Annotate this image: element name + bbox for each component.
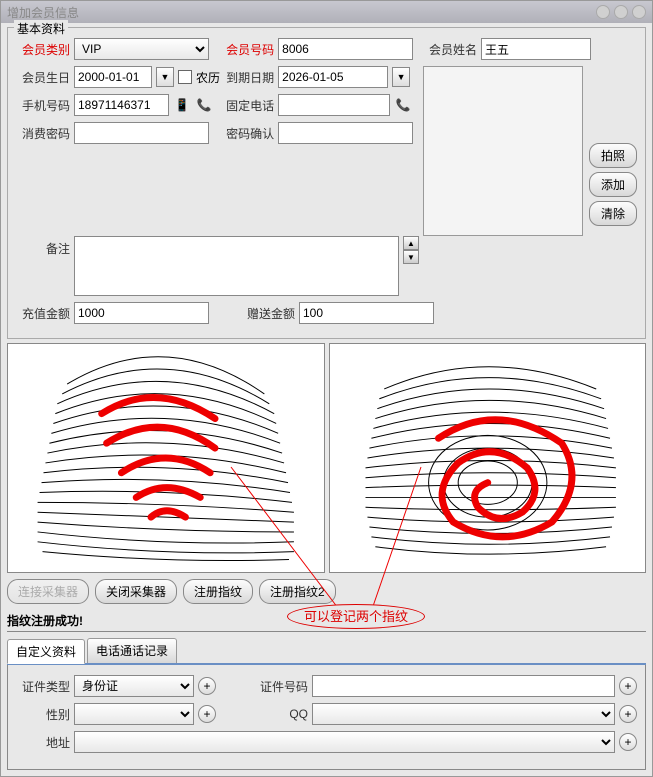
lunar-checkbox[interactable] <box>178 70 192 84</box>
scroll-up-icon[interactable]: ▲ <box>403 236 419 250</box>
remark-textarea[interactable] <box>74 236 399 296</box>
label-address: 地址 <box>16 734 70 751</box>
scroll-down-icon[interactable]: ▼ <box>403 250 419 264</box>
label-pwd-confirm: 密码确认 <box>220 125 274 142</box>
photo-preview <box>423 66 583 236</box>
tab-content: 证件类型 身份证 + 证件号码 + 性别 + QQ + 地址 + <box>7 665 646 770</box>
label-recharge: 充值金额 <box>16 305 70 322</box>
id-type-select[interactable]: 身份证 <box>74 675 194 697</box>
connect-collector-btn[interactable]: 连接采集器 <box>7 579 89 604</box>
groupbox-basic: 基本资料 会员类别 VIP 会员生日 ▼ 农历 手机号码 📱 <box>7 27 646 339</box>
label-gender: 性别 <box>16 706 70 723</box>
groupbox-title: 基本资料 <box>14 20 68 37</box>
label-birthday: 会员生日 <box>16 69 70 86</box>
fixed-phone-input[interactable] <box>278 94 390 116</box>
collector-buttons: 连接采集器 关闭采集器 注册指纹 注册指纹2 <box>7 579 646 604</box>
label-id-type: 证件类型 <box>16 678 70 695</box>
titlebar[interactable]: 增加会员信息 <box>1 1 652 23</box>
fingerprint-2 <box>329 343 647 573</box>
annotation-text: 可以登记两个指纹 <box>287 604 425 629</box>
member-code-input[interactable] <box>278 38 413 60</box>
label-gift: 赠送金额 <box>241 305 295 322</box>
pwd-confirm-input[interactable] <box>278 122 413 144</box>
minimize-btn[interactable] <box>596 5 610 19</box>
register-fp-btn[interactable]: 注册指纹 <box>183 579 253 604</box>
phone-input[interactable] <box>74 94 169 116</box>
label-member-type: 会员类别 <box>16 41 70 58</box>
gift-input[interactable] <box>299 302 434 324</box>
calendar-icon[interactable]: ▼ <box>156 67 174 87</box>
label-phone: 手机号码 <box>16 97 70 114</box>
label-member-code: 会员号码 <box>220 41 274 58</box>
maximize-btn[interactable] <box>614 5 628 19</box>
calendar-icon-2[interactable]: ▼ <box>392 67 410 87</box>
tab-custom-data[interactable]: 自定义资料 <box>7 639 85 664</box>
tab-call-log[interactable]: 电话通话记录 <box>87 638 177 663</box>
dial-icon[interactable]: 📞 <box>195 96 213 114</box>
fingerprint-1 <box>7 343 325 573</box>
member-name-input[interactable] <box>481 38 591 60</box>
plus-icon[interactable]: + <box>198 677 216 695</box>
window-title: 增加会员信息 <box>7 4 596 21</box>
label-expiry: 到期日期 <box>220 69 274 86</box>
id-number-input[interactable] <box>312 675 615 697</box>
address-select[interactable] <box>74 731 615 753</box>
expiry-input[interactable] <box>278 66 388 88</box>
fingerprint-panel <box>7 343 646 573</box>
status-section: 指纹注册成功! 可以登记两个指纹 <box>7 610 646 632</box>
member-type-select[interactable]: VIP <box>74 38 209 60</box>
plus-icon-4[interactable]: + <box>619 705 637 723</box>
label-fixed-phone: 固定电话 <box>220 97 274 114</box>
register-fp2-btn[interactable]: 注册指纹2 <box>259 579 336 604</box>
gender-select[interactable] <box>74 703 194 725</box>
plus-icon-3[interactable]: + <box>198 705 216 723</box>
label-member-name: 会员姓名 <box>423 41 477 58</box>
sim-icon[interactable]: 📱 <box>173 96 191 114</box>
window: 增加会员信息 基本资料 会员类别 VIP 会员生日 ▼ 农历 <box>0 0 653 777</box>
dial-icon-2[interactable]: 📞 <box>394 96 412 114</box>
label-qq: QQ <box>254 707 308 721</box>
close-btn[interactable] <box>632 5 646 19</box>
tabs: 自定义资料 电话通话记录 <box>7 638 646 665</box>
label-remark: 备注 <box>16 236 70 257</box>
consume-pwd-input[interactable] <box>74 122 209 144</box>
label-consume-pwd: 消费密码 <box>16 125 70 142</box>
plus-icon-5[interactable]: + <box>619 733 637 751</box>
recharge-input[interactable] <box>74 302 209 324</box>
close-collector-btn[interactable]: 关闭采集器 <box>95 579 177 604</box>
label-id-number: 证件号码 <box>254 678 308 695</box>
add-btn[interactable]: 添加 <box>589 172 637 197</box>
plus-icon-2[interactable]: + <box>619 677 637 695</box>
clear-btn[interactable]: 清除 <box>589 201 637 226</box>
window-controls <box>596 5 646 19</box>
annotation-bubble: 可以登记两个指纹 <box>287 606 425 625</box>
qq-select[interactable] <box>312 703 615 725</box>
label-lunar: 农历 <box>196 69 220 86</box>
take-photo-btn[interactable]: 拍照 <box>589 143 637 168</box>
birthday-input[interactable] <box>74 66 152 88</box>
